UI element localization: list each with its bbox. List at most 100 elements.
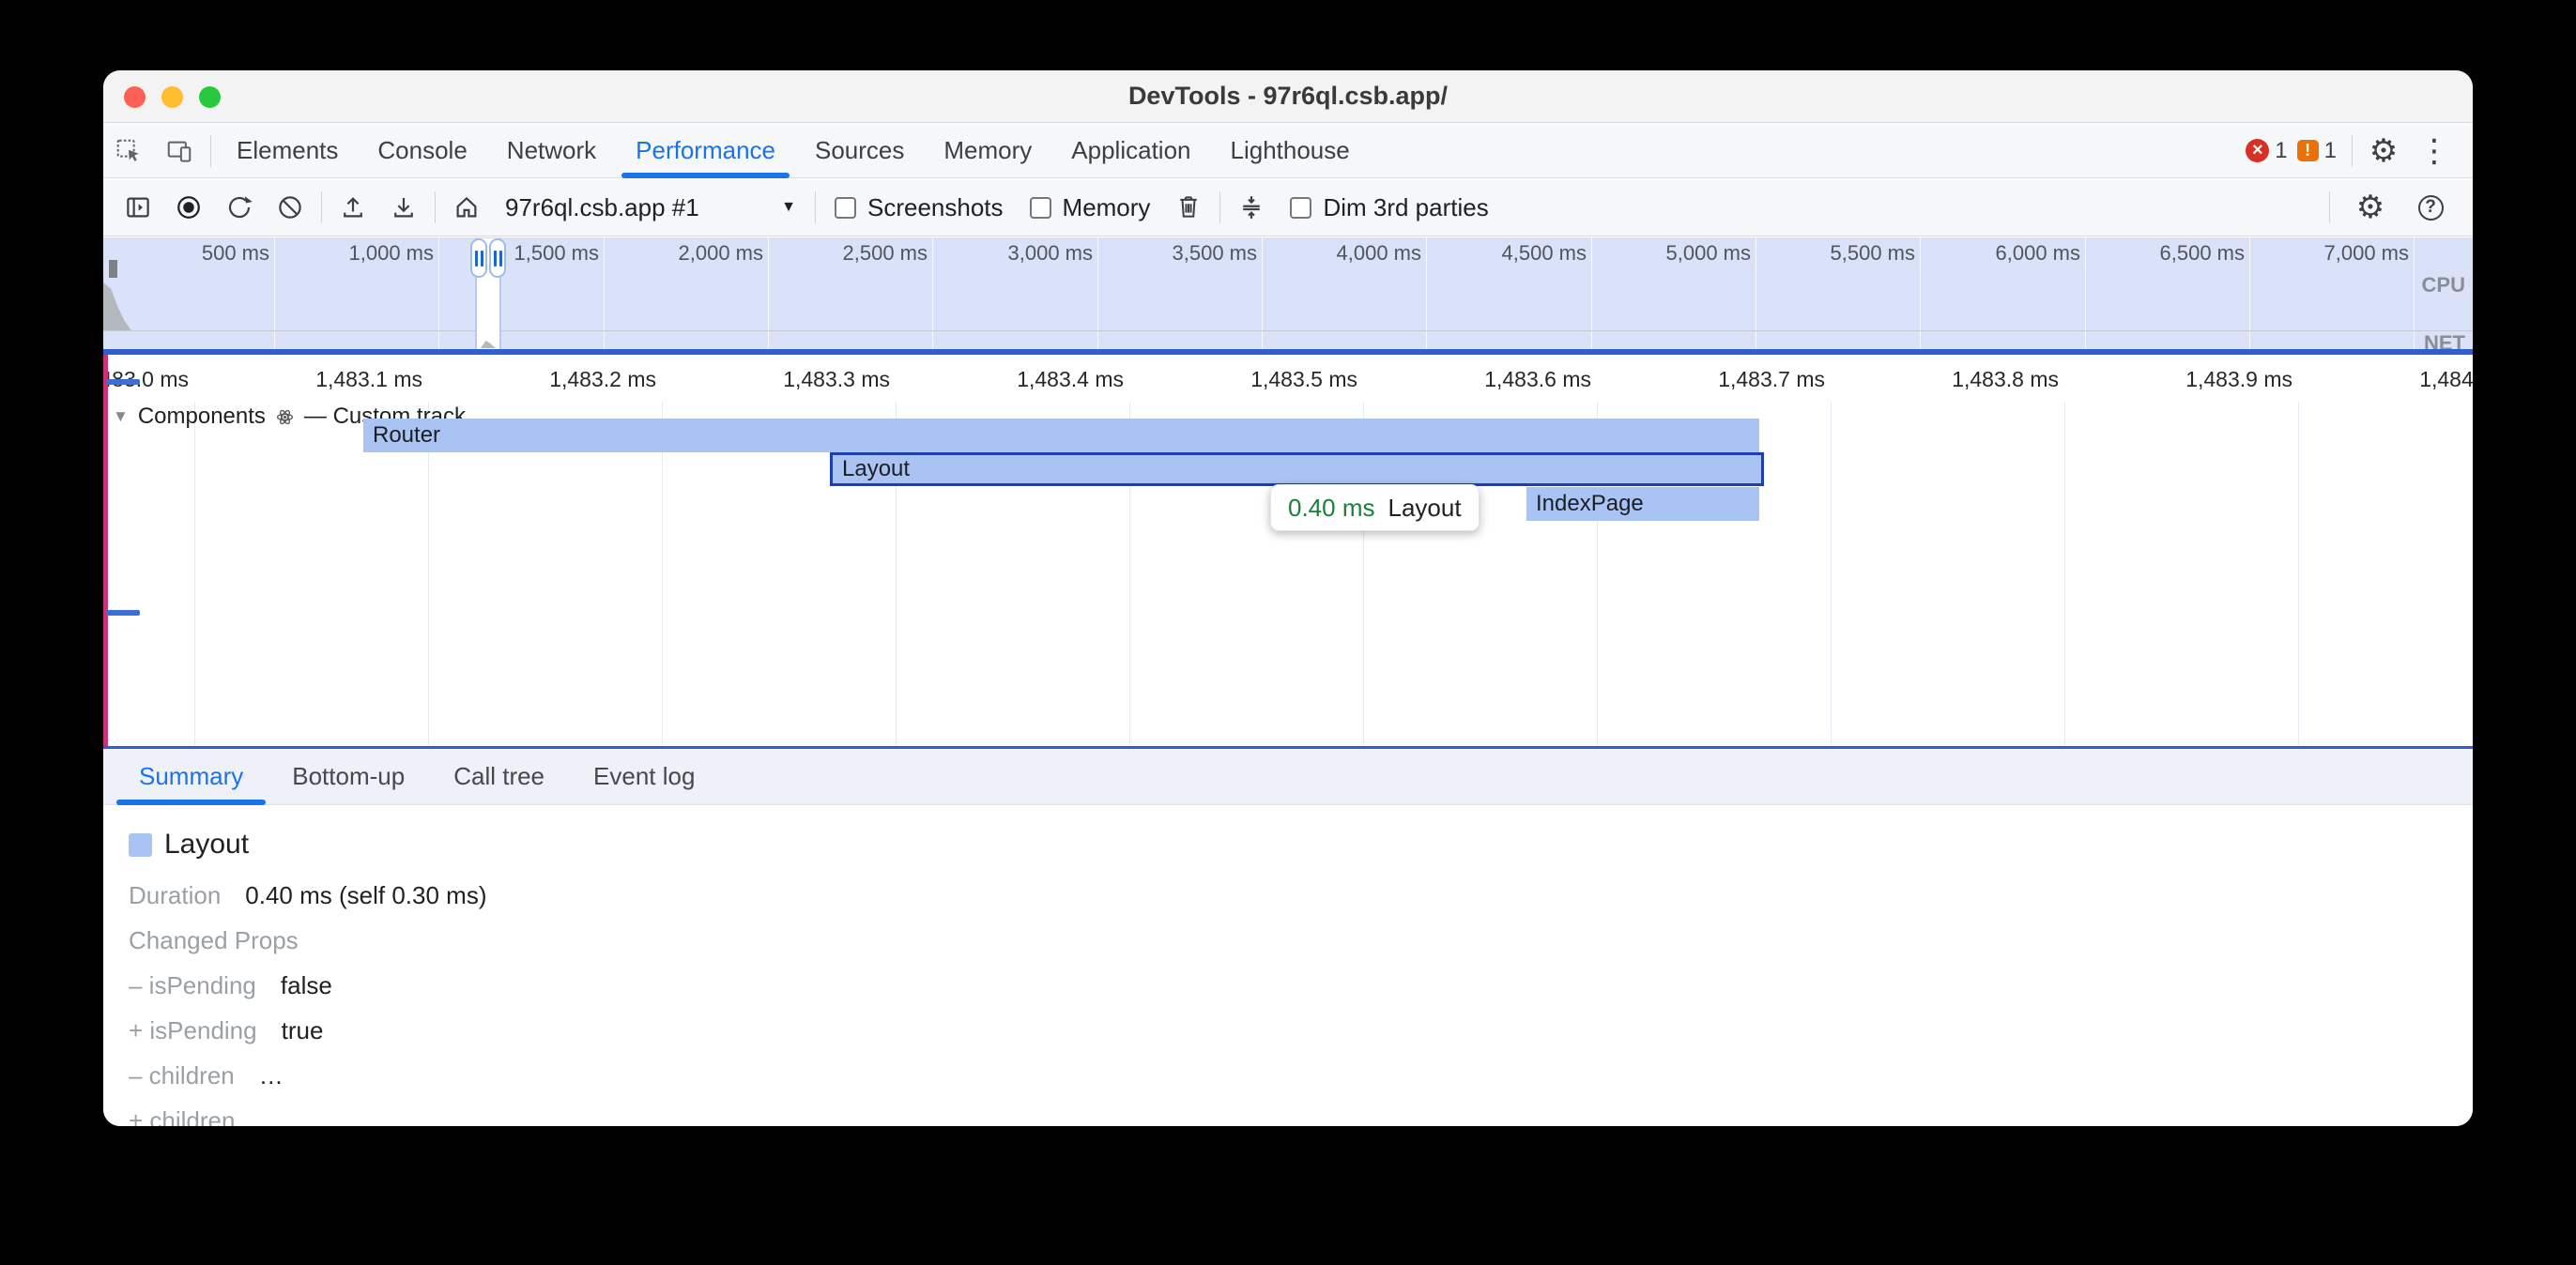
screenshots-checkbox[interactable]: Screenshots xyxy=(821,193,1017,222)
overview-tick: 6,000 ms xyxy=(1944,241,2080,266)
track-title: Components xyxy=(138,404,266,430)
checkbox-box[interactable] xyxy=(1290,197,1311,219)
expander-triangle-icon[interactable]: ▼ xyxy=(113,407,129,426)
settings-button[interactable]: ⚙ xyxy=(2358,129,2409,174)
tab-elements[interactable]: Elements xyxy=(217,124,358,178)
flame-event-layout[interactable]: Layout xyxy=(830,452,1764,486)
tab-application[interactable]: Application xyxy=(1051,124,1210,178)
clear-icon xyxy=(276,193,304,221)
gear-icon: ⚙ xyxy=(2356,191,2384,223)
summary-row-ispending-old: – isPending false xyxy=(129,971,2473,1000)
dim-3rd-parties-checkbox[interactable]: Dim 3rd parties xyxy=(1277,193,1501,222)
overview-tick: 5,500 ms xyxy=(1779,241,1915,266)
inspect-cursor-icon xyxy=(115,137,143,165)
net-lane-divider xyxy=(103,330,2473,331)
collapse-flame-button[interactable] xyxy=(1226,185,1277,230)
more-options-button[interactable]: ⋮ xyxy=(2409,129,2460,174)
overview-tick: 1,000 ms xyxy=(298,241,434,266)
selection-edge-line xyxy=(103,355,108,746)
summary-event-title: Layout xyxy=(164,829,249,861)
record-icon xyxy=(175,193,203,221)
target-select[interactable]: 97r6ql.csb.app #1 ▼ xyxy=(496,193,805,222)
event-tooltip: 0.40 ms Layout xyxy=(1270,484,1480,531)
divider xyxy=(210,135,211,167)
checkbox-box[interactable] xyxy=(835,197,856,219)
close-window-button[interactable] xyxy=(124,86,146,108)
selection-left-handle[interactable] xyxy=(470,238,487,278)
load-profile-button[interactable] xyxy=(328,185,378,230)
summary-row-duration: Duration 0.40 ms (self 0.30 ms) xyxy=(129,881,2473,910)
overview-tick: 3,500 ms xyxy=(1121,241,1257,266)
zoom-window-button[interactable] xyxy=(199,86,221,108)
clear-recording-button[interactable] xyxy=(265,185,315,230)
memory-label: Memory xyxy=(1063,193,1151,222)
devtools-window: DevTools - 97r6ql.csb.app/ Elements Cons… xyxy=(103,70,2473,1126)
divider xyxy=(321,191,322,223)
tab-event-log[interactable]: Event log xyxy=(569,749,719,805)
summary-row-ispending-new: + isPending true xyxy=(129,1016,2473,1045)
detail-ruler: 1,483.0 ms 1,483.1 ms 1,483.2 ms 1,483.3… xyxy=(103,355,2473,402)
gear-icon: ⚙ xyxy=(2369,135,2398,167)
tab-memory[interactable]: Memory xyxy=(924,124,1051,178)
checkbox-box[interactable] xyxy=(1030,197,1051,219)
scroll-marker-top xyxy=(106,379,140,385)
toggle-sidebar-button[interactable] xyxy=(113,185,163,230)
divider xyxy=(435,191,436,223)
compress-icon xyxy=(1237,193,1265,221)
save-profile-button[interactable] xyxy=(378,185,429,230)
home-icon xyxy=(452,193,481,221)
record-button[interactable] xyxy=(163,185,214,230)
tooltip-event-name: Layout xyxy=(1388,494,1462,523)
tab-performance[interactable]: Performance xyxy=(616,124,795,178)
kebab-menu-icon: ⋮ xyxy=(2418,135,2450,167)
cpu-activity-chart xyxy=(103,282,131,330)
tab-network[interactable]: Network xyxy=(487,124,616,178)
tab-lighthouse[interactable]: Lighthouse xyxy=(1211,124,1370,178)
error-counter[interactable]: × 1 xyxy=(2246,138,2287,164)
event-color-swatch xyxy=(129,833,152,857)
summary-pane: Layout Duration 0.40 ms (self 0.30 ms) C… xyxy=(103,806,2473,1126)
dock-panel-icon xyxy=(124,193,152,221)
flame-event-router[interactable]: Router xyxy=(363,419,1759,452)
error-count: 1 xyxy=(2275,138,2287,164)
trash-icon xyxy=(1174,193,1203,221)
tooltip-duration: 0.40 ms xyxy=(1288,494,1375,523)
flame-chart[interactable]: ▼ Components — Custom track Router Layou… xyxy=(103,402,2473,746)
screenshots-label: Screenshots xyxy=(867,193,1004,222)
minimize-window-button[interactable] xyxy=(161,86,183,108)
tab-call-tree[interactable]: Call tree xyxy=(429,749,569,805)
ruler-tick: 1,483.9 ms xyxy=(2142,367,2292,392)
react-atom-icon xyxy=(275,407,295,427)
device-toolbar-button[interactable] xyxy=(154,129,205,174)
inspect-element-button[interactable] xyxy=(103,129,154,174)
tab-console[interactable]: Console xyxy=(358,124,486,178)
help-button[interactable]: ? xyxy=(2405,185,2456,230)
capture-settings-button[interactable]: ⚙ xyxy=(2345,185,2396,230)
cpu-lane-label: CPU xyxy=(2422,273,2465,297)
memory-checkbox[interactable]: Memory xyxy=(1017,193,1164,222)
summary-row-children-new: + children … xyxy=(129,1106,2473,1126)
issue-counter[interactable]: ! 1 xyxy=(2297,138,2337,164)
tab-sources[interactable]: Sources xyxy=(795,124,924,178)
selection-right-handle[interactable] xyxy=(489,238,506,278)
ruler-tick: 1,483.8 ms xyxy=(1909,367,2059,392)
overview-tick: 2,000 ms xyxy=(627,241,763,266)
divider xyxy=(2352,135,2353,167)
detail-tab-bar: Summary Bottom-up Call tree Event log xyxy=(103,749,2473,805)
live-metrics-button[interactable] xyxy=(441,185,492,230)
timeline-overview[interactable]: 500 ms 1,000 ms 1,500 ms 2,000 ms 2,500 … xyxy=(103,237,2473,355)
summary-title-row: Layout xyxy=(129,829,2473,861)
collect-garbage-button[interactable] xyxy=(1163,185,1214,230)
ruler-tick: 1,483.2 ms xyxy=(506,367,656,392)
cpu-activity-in-selection xyxy=(481,339,496,348)
scroll-marker-bottom xyxy=(106,610,140,616)
traffic-lights xyxy=(124,70,221,123)
ruler-tick: 1,483.1 ms xyxy=(272,367,422,392)
ruler-tick: 1,484.0 ms xyxy=(2376,367,2473,392)
error-icon: × xyxy=(2246,139,2269,162)
record-and-reload-button[interactable] xyxy=(214,185,265,230)
ruler-tick: 1,483.5 ms xyxy=(1207,367,1357,392)
tab-bottom-up[interactable]: Bottom-up xyxy=(268,749,429,805)
flame-event-indexpage[interactable]: IndexPage xyxy=(1526,487,1759,521)
tab-summary[interactable]: Summary xyxy=(115,749,268,805)
